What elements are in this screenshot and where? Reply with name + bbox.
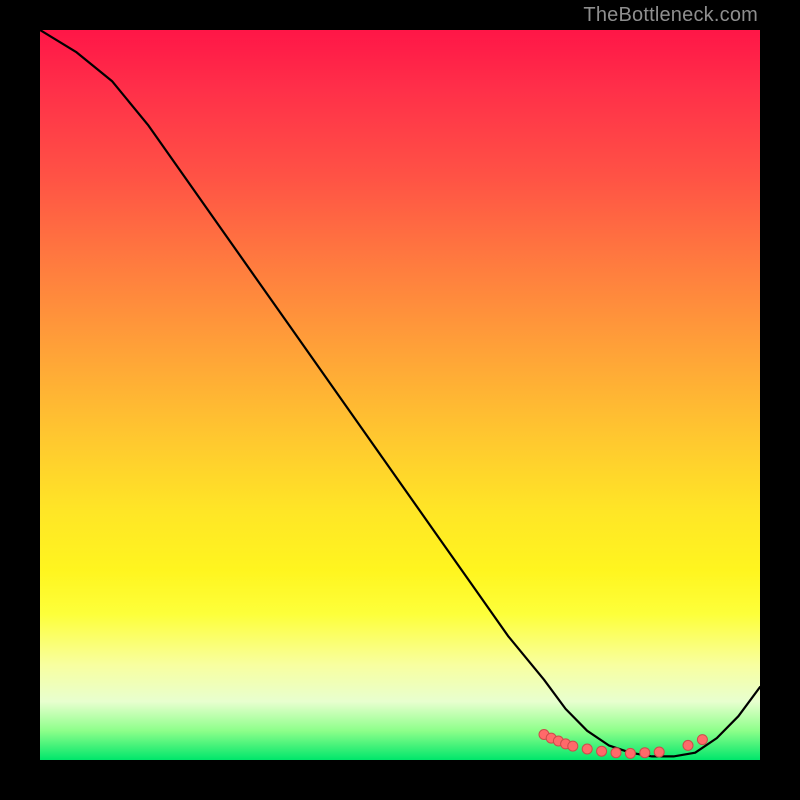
curve-marker — [582, 744, 592, 754]
curve-marker — [546, 733, 556, 743]
curve-marker — [539, 730, 549, 740]
curve-markers — [539, 730, 707, 759]
chart-frame: TheBottleneck.com — [0, 0, 800, 800]
curve-marker — [568, 741, 578, 751]
curve-marker — [625, 748, 635, 758]
curve-marker — [697, 735, 707, 745]
curve-marker — [597, 746, 607, 756]
curve-marker — [553, 736, 563, 746]
plot-area — [40, 30, 760, 760]
curve-marker — [561, 739, 571, 749]
curve-marker — [611, 748, 621, 758]
curve-marker — [640, 748, 650, 758]
chart-svg — [40, 30, 760, 760]
curve-marker — [654, 747, 664, 757]
watermark-text: TheBottleneck.com — [583, 4, 758, 27]
bottleneck-curve — [40, 30, 760, 756]
curve-marker — [683, 740, 693, 750]
